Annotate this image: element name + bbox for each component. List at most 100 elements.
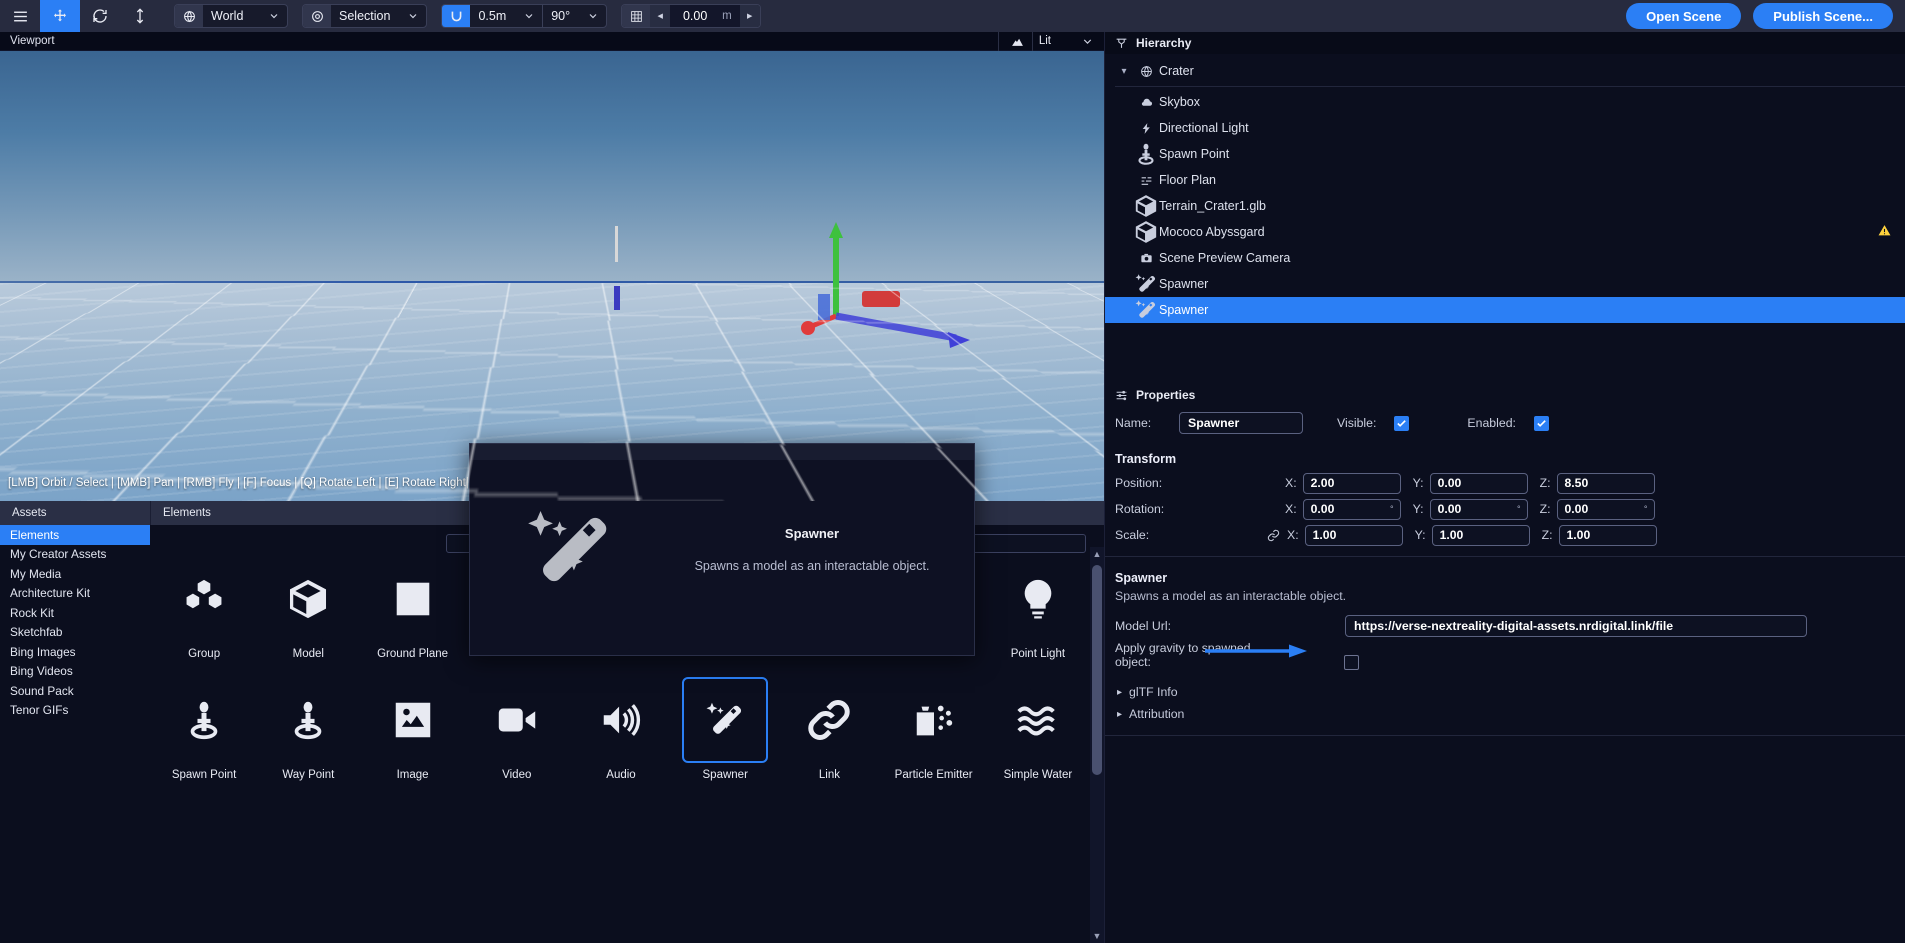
assets-category-my-creator-assets[interactable]: My Creator Assets	[0, 545, 150, 565]
asset-item-label: Point Light	[1010, 647, 1066, 660]
asset-item-label: Group	[188, 647, 221, 660]
chevron-down-icon[interactable]	[516, 5, 542, 27]
grid-decrement-icon[interactable]: ◀	[650, 5, 671, 27]
hierarchy-node-spawn-point[interactable]: Spawn Point	[1105, 141, 1905, 167]
scroll-up-icon[interactable]: ▲	[1090, 547, 1104, 561]
shading-mode-dropdown[interactable]: Lit	[997, 31, 1104, 51]
assets-category-my-media[interactable]: My Media	[0, 564, 150, 584]
chevron-down-icon[interactable]	[261, 5, 287, 27]
scale-y-input[interactable]: 1.00	[1431, 524, 1530, 546]
position-y-input[interactable]: 0.00	[1429, 472, 1528, 494]
hierarchy-node-mococo-abyssgard[interactable]: Mococo Abyssgard	[1105, 219, 1905, 245]
chevron-down-icon[interactable]	[580, 5, 606, 27]
asset-item-model[interactable]: Model	[256, 547, 360, 668]
magnet-icon[interactable]	[442, 5, 471, 27]
pivot-dropdown[interactable]: Selection	[302, 4, 428, 28]
assets-category-rock-kit[interactable]: Rock Kit	[0, 603, 150, 623]
chevron-down-icon[interactable]	[1081, 35, 1104, 48]
assets-category-bing-videos[interactable]: Bing Videos	[0, 662, 150, 682]
asset-item-video[interactable]: Video	[465, 668, 569, 789]
asset-item-link[interactable]: Link	[777, 668, 881, 789]
scale-tool-button[interactable]	[120, 0, 160, 32]
asset-item-simple-water[interactable]: Simple Water	[986, 668, 1090, 789]
assets-scrollbar[interactable]: ▲ ▼	[1090, 547, 1104, 943]
tooltip-description: Spawns a model as an interactable object…	[694, 559, 930, 573]
scale-z-input[interactable]: 1.00	[1558, 524, 1657, 546]
assets-category-sketchfab[interactable]: Sketchfab	[0, 623, 150, 643]
rotation-x-value: 0.00	[1310, 502, 1335, 516]
assets-category-sound-pack[interactable]: Sound Pack	[0, 681, 150, 701]
chevron-right-icon[interactable]: ▸	[1117, 687, 1122, 698]
scrollbar-thumb[interactable]	[1092, 565, 1102, 775]
hierarchy-node-floor-plan[interactable]: Floor Plan	[1105, 167, 1905, 193]
hierarchy-node-scene-preview-camera[interactable]: Scene Preview Camera	[1105, 245, 1905, 271]
chain-link-icon	[786, 677, 872, 763]
asset-item-point-light[interactable]: Point Light	[986, 547, 1090, 668]
rotation-y-value: 0.00	[1437, 502, 1462, 516]
assets-category-tenor-gifs[interactable]: Tenor GIFs	[0, 701, 150, 721]
attribution-collapsible[interactable]: ▸ Attribution	[1105, 703, 1905, 725]
assets-category-label: Sound Pack	[10, 683, 74, 698]
hierarchy-node-directional-light[interactable]: Directional Light	[1105, 115, 1905, 141]
asset-item-audio[interactable]: Audio	[569, 668, 673, 789]
name-row: Name: Spawner Visible: Enabled:	[1105, 408, 1905, 438]
publish-scene-button[interactable]: Publish Scene...	[1753, 3, 1893, 29]
waves-icon	[995, 677, 1081, 763]
assets-category-bing-images[interactable]: Bing Images	[0, 642, 150, 662]
hierarchy-node-spawner[interactable]: Spawner	[1105, 271, 1905, 297]
snap-settings-group[interactable]: 0.5m 90°	[441, 4, 608, 28]
position-z-input[interactable]: 8.50	[1556, 472, 1655, 494]
assets-category-architecture-kit[interactable]: Architecture Kit	[0, 584, 150, 604]
rotate-tool-button[interactable]	[80, 0, 120, 32]
chain-link-icon[interactable]	[1267, 529, 1280, 542]
asset-item-group[interactable]: Group	[152, 547, 256, 668]
hierarchy-node-spawner[interactable]: Spawner	[1105, 297, 1905, 323]
viewport-header: Viewport Lit	[0, 31, 1104, 51]
asset-item-image[interactable]: Image	[360, 668, 464, 789]
chevron-down-icon[interactable]: ▾	[1115, 66, 1133, 77]
gltf-info-collapsible[interactable]: ▸ glTF Info	[1105, 681, 1905, 703]
grid-value[interactable]: 0.00	[670, 5, 721, 27]
degree-symbol: °	[1516, 504, 1521, 514]
hierarchy-node-label: Mococo Abyssgard	[1159, 225, 1265, 239]
hierarchy-node-label: Spawn Point	[1159, 147, 1230, 161]
position-x-input[interactable]: 2.00	[1302, 472, 1401, 494]
3d-viewport[interactable]: [LMB] Orbit / Select | [MMB] Pan | [RMB]…	[0, 51, 1104, 501]
asset-item-spawn-point[interactable]: Spawn Point	[152, 668, 256, 789]
name-input[interactable]: Spawner	[1179, 412, 1303, 434]
visible-checkbox[interactable]	[1394, 415, 1410, 431]
rotation-z-value: 0.00	[1564, 502, 1589, 516]
sky-gradient	[0, 51, 1104, 283]
grid-spinner[interactable]: ◀ 0.00 m ▶	[650, 5, 760, 27]
hierarchy-node-skybox[interactable]: Skybox	[1105, 89, 1905, 115]
hamburger-menu-icon[interactable]	[0, 0, 40, 32]
warning-triangle-icon[interactable]	[1878, 224, 1891, 240]
asset-tooltip: Spawner Spawns a model as an interactabl…	[469, 443, 975, 656]
model-url-input[interactable]: https://verse-nextreality-digital-assets…	[1345, 615, 1807, 637]
hierarchy-root-crater[interactable]: ▾ Crater	[1105, 58, 1905, 84]
globe-icon	[175, 5, 203, 27]
open-scene-button[interactable]: Open Scene	[1626, 3, 1742, 29]
chevron-right-icon[interactable]: ▸	[1117, 709, 1122, 720]
scale-x-input[interactable]: 1.00	[1304, 524, 1403, 546]
asset-item-spawner[interactable]: Spawner	[673, 668, 777, 789]
asset-item-particle-emitter[interactable]: Particle Emitter	[882, 668, 986, 789]
properties-panel: Properties Name: Spawner Visible: Enable…	[1105, 382, 1905, 943]
enabled-checkbox[interactable]	[1533, 415, 1549, 431]
hierarchy-header: Hierarchy	[1105, 32, 1905, 54]
grid-increment-icon[interactable]: ▶	[739, 5, 760, 27]
chevron-down-icon[interactable]	[400, 5, 426, 27]
asset-item-ground-plane[interactable]: Ground Plane	[360, 547, 464, 668]
scroll-down-icon[interactable]: ▼	[1090, 929, 1104, 943]
coord-space-dropdown[interactable]: World	[174, 4, 288, 28]
grid-snap-group[interactable]: ◀ 0.00 m ▶	[621, 4, 761, 28]
asset-item-way-point[interactable]: Way Point	[256, 668, 360, 789]
gravity-checkbox[interactable]	[1344, 655, 1359, 670]
move-tool-button[interactable]	[40, 0, 80, 32]
grid-icon[interactable]	[622, 5, 651, 27]
rotation-y-input[interactable]: 0.00 °	[1429, 498, 1528, 520]
hierarchy-node-terrain-crater1-glb[interactable]: Terrain_Crater1.glb	[1105, 193, 1905, 219]
assets-category-elements[interactable]: Elements	[0, 525, 150, 545]
rotation-x-input[interactable]: 0.00 °	[1302, 498, 1401, 520]
rotation-z-input[interactable]: 0.00 °	[1556, 498, 1655, 520]
